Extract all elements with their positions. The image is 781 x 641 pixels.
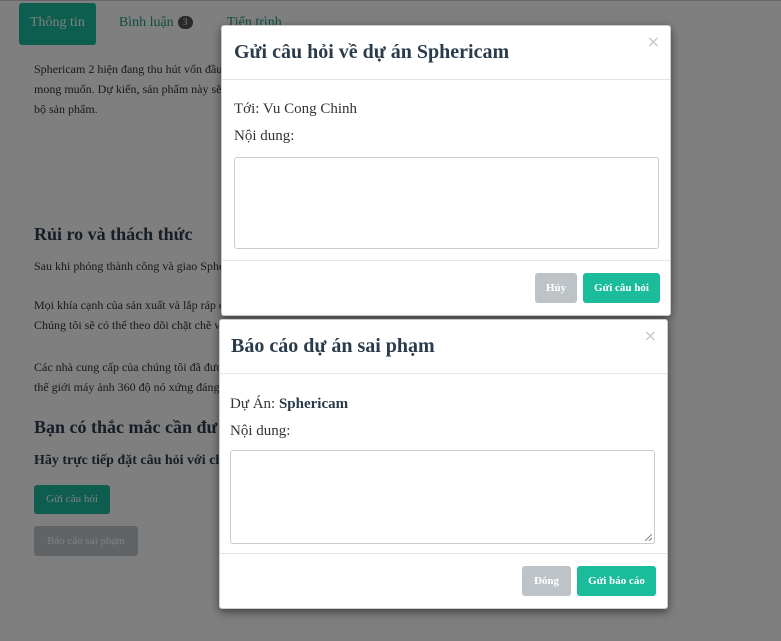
report-modal-footer: Đóng Gửi báo cáo	[220, 553, 667, 608]
report-modal-header: Báo cáo dự án sai phạm ×	[220, 320, 667, 374]
question-modal-title: Gửi câu hỏi về dự án Sphericam	[234, 41, 510, 63]
report-content-label: Nội dung:	[230, 423, 291, 439]
cancel-button[interactable]: Hủy	[535, 273, 577, 303]
question-content-textarea[interactable]	[234, 157, 659, 249]
report-modal: Báo cáo dự án sai phạm × Dự Án: Spherica…	[219, 319, 668, 609]
project-name: Sphericam	[278, 396, 349, 412]
recipient-label: Tới: Vu Cong Chinh	[234, 101, 358, 117]
submit-report-button[interactable]: Gửi báo cáo	[577, 566, 656, 596]
question-content-label: Nội dung:	[234, 128, 295, 144]
report-modal-title: Báo cáo dự án sai phạm	[231, 335, 435, 357]
question-modal-footer: Hủy Gửi câu hỏi	[222, 260, 670, 315]
submit-question-button[interactable]: Gửi câu hỏi	[583, 273, 660, 303]
close-icon[interactable]: ×	[647, 32, 660, 51]
resize-handle-icon[interactable]	[645, 534, 652, 541]
report-content-textarea[interactable]	[230, 450, 655, 544]
close-icon[interactable]: ×	[644, 326, 657, 345]
project-line: Dự Án: Sphericam	[230, 396, 348, 413]
question-modal: Gửi câu hỏi về dự án Sphericam × Tới: Vu…	[221, 25, 671, 316]
close-button[interactable]: Đóng	[522, 566, 571, 596]
question-modal-header: Gửi câu hỏi về dự án Sphericam ×	[222, 26, 670, 80]
project-prefix: Dự Án:	[230, 396, 279, 412]
